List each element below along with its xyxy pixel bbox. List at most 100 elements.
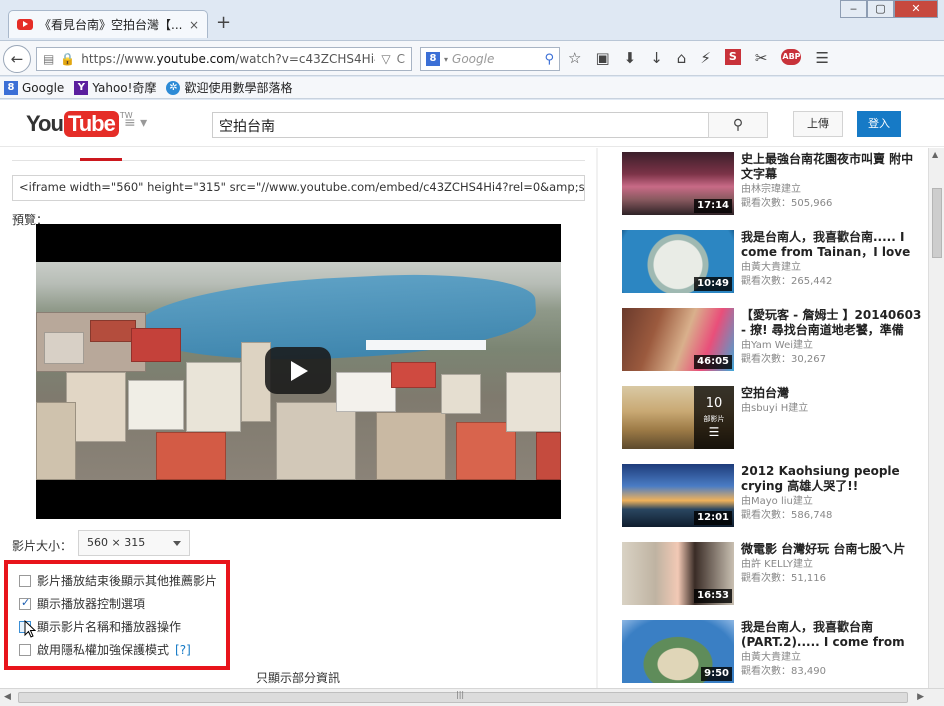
- vertical-scroll-thumb[interactable]: [932, 188, 942, 258]
- video-channel[interactable]: 由Yam Wei建立: [741, 339, 813, 353]
- related-video[interactable]: 10:49 我是台南人，我喜歡台南..... I come from Taina…: [622, 230, 922, 296]
- browser-tab[interactable]: 《看見台南》空拍台灣【... ×: [8, 10, 208, 38]
- scroll-up-icon[interactable]: ▲: [932, 150, 938, 159]
- related-video[interactable]: 12:01 2012 Kaohsiung people crying 高雄人哭了…: [622, 464, 922, 530]
- maximize-button[interactable]: ▢: [867, 0, 894, 18]
- bookmarks-bar: 8 Google Y Yahoo!奇摩 ✲ 歡迎使用數學部落格: [0, 77, 944, 99]
- video-title[interactable]: 空拍台灣: [741, 386, 923, 401]
- search-input[interactable]: Google: [452, 52, 540, 66]
- video-channel[interactable]: 由sbuyi H建立: [741, 402, 808, 416]
- minimize-button[interactable]: ‒: [840, 0, 867, 18]
- address-bar[interactable]: ▤ 🔒 https://www.youtube.com/watch?v=c43Z…: [36, 47, 412, 71]
- tab-close-icon[interactable]: ×: [189, 18, 199, 32]
- video-size-select[interactable]: 560 × 315: [78, 530, 190, 556]
- share-panel: <iframe width="560" height="315" src="//…: [0, 148, 596, 688]
- login-button[interactable]: 登入: [857, 111, 901, 137]
- video-thumbnail[interactable]: 17:14: [622, 152, 734, 215]
- video-thumbnail[interactable]: 10:49: [622, 230, 734, 293]
- youtube-logo[interactable]: You Tube TW: [26, 111, 133, 137]
- embed-code-field[interactable]: <iframe width="560" height="315" src="//…: [12, 175, 585, 201]
- video-channel[interactable]: 由黃大貴建立: [741, 261, 801, 275]
- video-thumbnail[interactable]: 9:50: [622, 620, 734, 683]
- vertical-scrollbar[interactable]: ▲: [928, 148, 944, 688]
- tools-icon[interactable]: ✂: [755, 49, 768, 67]
- youtube-header: You Tube TW ≡ ▾ 空拍台南 ⚲ 上傳 登入: [0, 101, 944, 147]
- scroll-right-icon[interactable]: ▶: [917, 692, 924, 702]
- window-controls: ‒ ▢ ✕: [840, 0, 938, 18]
- google-search-engine-icon[interactable]: 8: [426, 52, 440, 66]
- option-show-suggested[interactable]: 影片播放結束後顯示其他推薦影片: [19, 572, 217, 589]
- close-window-button[interactable]: ✕: [894, 0, 938, 18]
- download-icon[interactable]: ↓: [650, 49, 663, 67]
- back-arrow-icon[interactable]: ←: [3, 45, 31, 73]
- menu-icon[interactable]: ☰: [815, 49, 828, 67]
- playlist-overlay: 10 部影片 ☰: [694, 386, 734, 449]
- video-views: 觀看次數：30,267: [741, 354, 826, 365]
- new-tab-button[interactable]: +: [216, 13, 231, 33]
- tab-embed-indicator[interactable]: [80, 158, 122, 161]
- checkbox-show-suggested[interactable]: [19, 574, 31, 587]
- guide-menu-icon[interactable]: ≡ ▾: [124, 115, 147, 131]
- video-channel[interactable]: 由Mayo liu建立: [741, 495, 813, 509]
- bookmark-google[interactable]: 8 Google: [4, 80, 64, 95]
- video-channel[interactable]: 由許 KELLY建立: [741, 558, 813, 572]
- video-title[interactable]: 我是台南人，我喜歡台南..... I come from Tainan，I lo…: [741, 230, 923, 260]
- option-label: 啟用隱私權加強保護模式: [37, 643, 170, 657]
- checkbox-show-controls[interactable]: [19, 596, 31, 610]
- playlist-thumbnail[interactable]: 10 部影片 ☰: [622, 386, 734, 449]
- main-content: <iframe width="560" height="315" src="//…: [0, 148, 598, 688]
- video-size-label: 影片大小：: [12, 539, 73, 553]
- video-title[interactable]: 我是台南人，我喜歡台南 (PART.2)..... I come from: [741, 620, 923, 650]
- s-extension-icon[interactable]: S: [724, 49, 741, 65]
- upload-button[interactable]: 上傳: [793, 111, 843, 137]
- reading-list-icon[interactable]: ▣: [595, 49, 609, 67]
- option-privacy-mode[interactable]: 啟用隱私權加強保護模式 [?]: [19, 641, 191, 658]
- scroll-left-icon[interactable]: ◀: [4, 692, 11, 702]
- lake-shape: [134, 267, 538, 369]
- play-button[interactable]: [265, 347, 331, 394]
- browser-chrome: 《看見台南》空拍台灣【... × + ‒ ▢ ✕ ← ▤ 🔒 https://w…: [0, 0, 944, 100]
- search-bar[interactable]: 8 ▾ Google ⚲: [420, 47, 560, 71]
- bookmark-math-blog[interactable]: ✲ 歡迎使用數學部落格: [166, 79, 292, 96]
- video-preview-player[interactable]: [36, 224, 561, 519]
- related-playlist[interactable]: 10 部影片 ☰ 空拍台灣 由sbuyi H建立: [622, 386, 922, 452]
- video-thumbnail[interactable]: 16:53: [622, 542, 734, 605]
- horizontal-scrollbar[interactable]: ◀ ||| ▶: [0, 688, 944, 706]
- embed-options-highlight: 影片播放結束後顯示其他推薦影片 顯示播放器控制選項 顯示影片名稱和播放器操作 啟…: [4, 560, 230, 670]
- option-label: 顯示影片名稱和播放器操作: [37, 620, 182, 634]
- home-icon[interactable]: ⌂: [677, 49, 687, 67]
- related-video[interactable]: 9:50 我是台南人，我喜歡台南 (PART.2)..... I come fr…: [622, 620, 922, 686]
- search-engine-dropdown-icon[interactable]: ▾: [444, 55, 448, 64]
- dropdown-arrow-icon[interactable]: ▽: [381, 52, 390, 66]
- video-title[interactable]: 微電影 台灣好玩 台南七股ㄟ片: [741, 542, 923, 557]
- video-title[interactable]: 2012 Kaohsiung people crying 高雄人哭了!!: [741, 464, 923, 494]
- help-link[interactable]: [?]: [175, 643, 191, 657]
- extension-icon[interactable]: ⚡: [700, 49, 711, 67]
- tab-title: 《看見台南》空拍台灣【...: [39, 18, 183, 32]
- pocket-icon[interactable]: ⬇: [624, 49, 637, 67]
- playlist-count: 10: [705, 396, 723, 411]
- related-video[interactable]: 17:14 史上最強台南花園夜市叫賣 附中文字幕 由林宗瑋建立 觀看次數：505…: [622, 152, 922, 218]
- video-thumbnail[interactable]: 46:05: [622, 308, 734, 371]
- video-title[interactable]: 【愛玩客 - 詹姆士 】20140603 - 撩! 尋找台南道地老饕，準備: [741, 308, 923, 338]
- video-title[interactable]: 史上最強台南花園夜市叫賣 附中文字幕: [741, 152, 923, 182]
- related-video[interactable]: 46:05 【愛玩客 - 詹姆士 】20140603 - 撩! 尋找台南道地老饕…: [622, 308, 922, 374]
- bookmark-star-icon[interactable]: ☆: [568, 49, 581, 67]
- youtube-search-input[interactable]: 空拍台南: [212, 112, 709, 138]
- search-icon[interactable]: ⚲: [544, 52, 554, 67]
- video-channel[interactable]: 由黃大貴建立: [741, 651, 801, 665]
- youtube-search-button[interactable]: ⚲: [708, 112, 768, 138]
- bookmark-yahoo[interactable]: Y Yahoo!奇摩: [74, 79, 156, 96]
- reload-icon[interactable]: C: [397, 52, 405, 66]
- video-thumbnail[interactable]: 12:01: [622, 464, 734, 527]
- option-show-title[interactable]: 顯示影片名稱和播放器操作: [19, 618, 181, 635]
- related-video[interactable]: 16:53 微電影 台灣好玩 台南七股ㄟ片 由許 KELLY建立 觀看次數：51…: [622, 542, 922, 608]
- adblock-icon[interactable]: ABP: [781, 49, 802, 65]
- playlist-icon: ☰: [708, 425, 720, 439]
- url-text[interactable]: https://www.youtube.com/watch?v=c43ZCHS4…: [81, 52, 375, 66]
- video-channel[interactable]: 由林宗瑋建立: [741, 183, 801, 197]
- navigation-bar: ← ▤ 🔒 https://www.youtube.com/watch?v=c4…: [0, 40, 944, 76]
- show-partial-info-link[interactable]: 只顯示部分資訊: [0, 669, 596, 686]
- checkbox-privacy-mode[interactable]: [19, 643, 31, 656]
- option-show-controls[interactable]: 顯示播放器控制選項: [19, 595, 145, 612]
